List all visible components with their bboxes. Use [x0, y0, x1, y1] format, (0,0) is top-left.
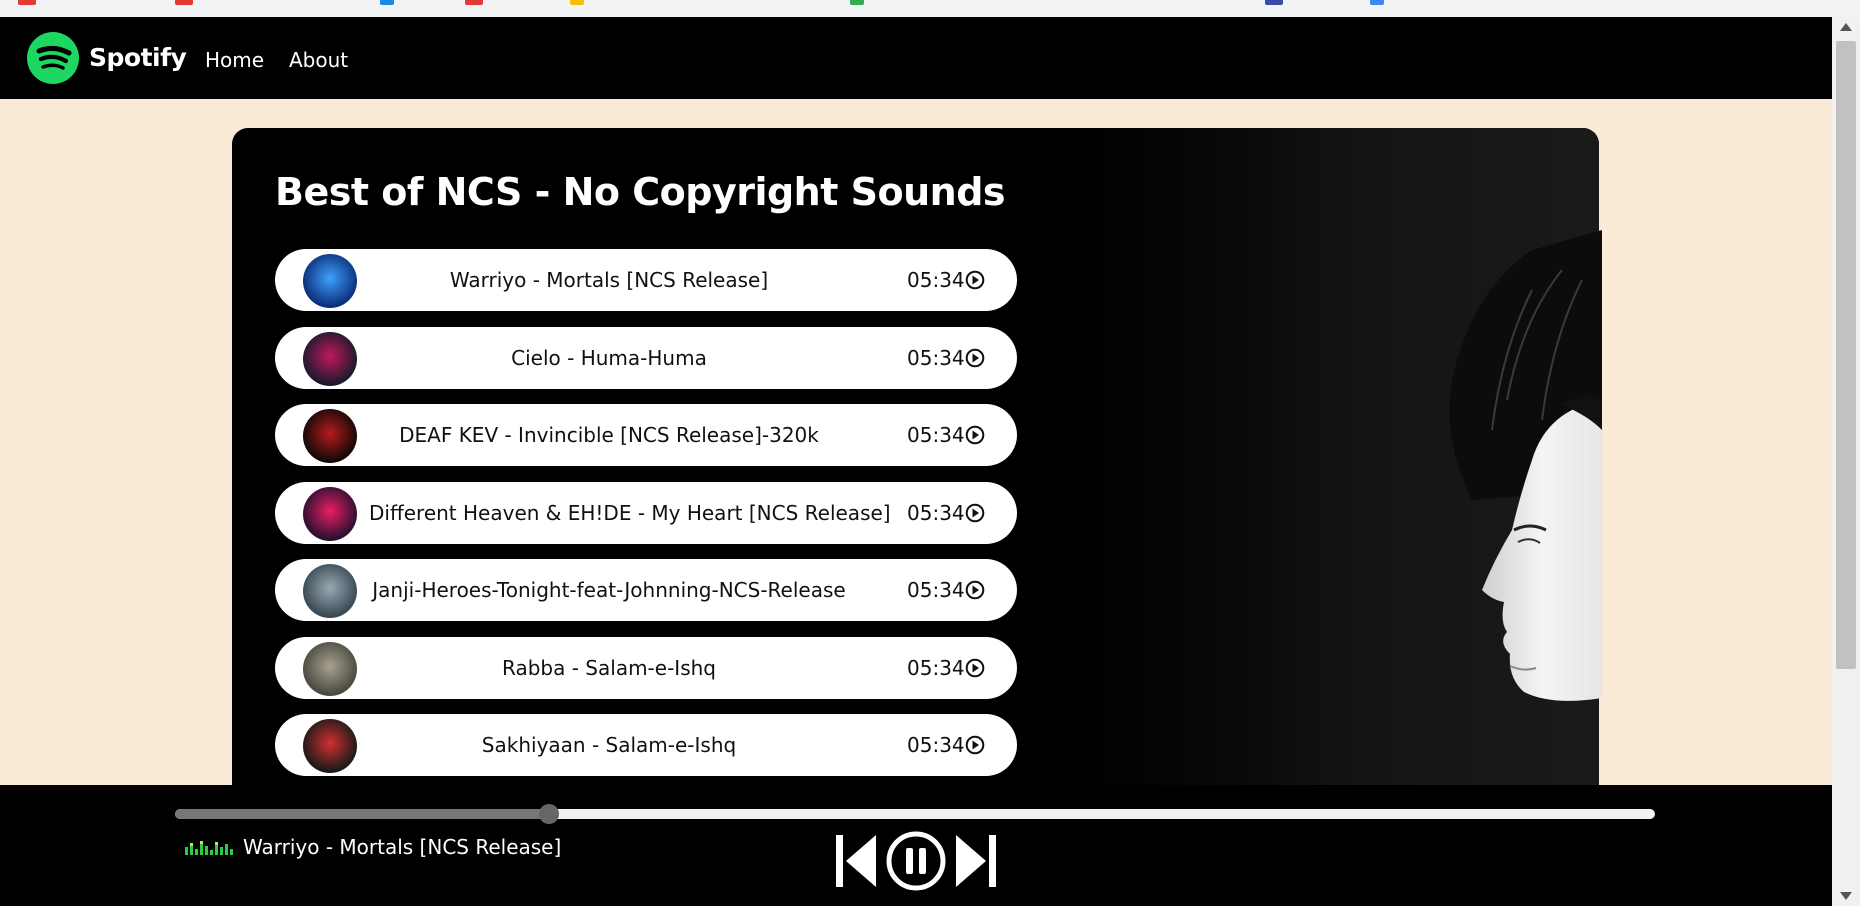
page-scrollbar[interactable] [1832, 17, 1860, 906]
song-name: Sakhiyaan - Salam-e-Ishq [481, 733, 737, 757]
song-duration: 05:34 [907, 500, 965, 525]
song-name: DEAF KEV - Invincible [NCS Release]-320k [399, 423, 819, 447]
background-portrait-image [1449, 230, 1602, 701]
song-name: Janji-Heroes-Tonight-feat-Johnning-NCS-R… [372, 578, 846, 602]
song-item[interactable]: Cielo - Huma-Huma 05:34 [275, 326, 1017, 389]
play-circle-icon[interactable] [965, 270, 985, 290]
brand-name[interactable]: Spotify [89, 43, 187, 72]
playlist-title: Best of NCS - No Copyright Sounds [275, 170, 1006, 214]
song-name: Warriyo - Mortals [NCS Release] [449, 268, 769, 292]
bookmark-icon[interactable] [1265, 0, 1283, 5]
bookmark-icon[interactable] [380, 0, 394, 5]
song-cover-image [303, 564, 357, 618]
now-playing: Warriyo - Mortals [NCS Release] [185, 835, 561, 859]
play-circle-icon[interactable] [965, 425, 985, 445]
playlist-container: Best of NCS - No Copyright Sounds Warriy… [232, 128, 1599, 788]
bookmark-icon[interactable] [1370, 0, 1384, 5]
nav-link-about[interactable]: About [289, 48, 348, 72]
song-item[interactable]: DEAF KEV - Invincible [NCS Release]-320k… [275, 404, 1017, 466]
next-icon[interactable] [954, 831, 998, 891]
spotify-logo-icon[interactable] [27, 32, 79, 84]
song-duration: 05:34 [907, 268, 965, 292]
song-item[interactable]: Rabba - Salam-e-Ishq 05:34 [275, 636, 1017, 699]
bookmark-icon[interactable] [175, 0, 193, 5]
play-circle-icon[interactable] [965, 735, 985, 755]
pause-icon[interactable] [885, 831, 947, 891]
song-cover-image [303, 486, 357, 541]
song-item[interactable]: Janji-Heroes-Tonight-feat-Johnning-NCS-R… [275, 559, 1017, 621]
song-cover-image [303, 719, 357, 773]
bookmark-icon[interactable] [850, 0, 864, 5]
song-name: Cielo - Huma-Huma [511, 345, 707, 370]
song-duration: 05:34 [907, 655, 965, 680]
scroll-up-icon[interactable] [1840, 23, 1852, 31]
scroll-down-icon[interactable] [1840, 892, 1852, 900]
play-circle-icon[interactable] [965, 348, 985, 368]
bookmark-icon[interactable] [570, 0, 584, 5]
song-item[interactable]: Different Heaven & EH!DE - My Heart [NCS… [275, 481, 1017, 544]
song-cover-image [303, 641, 357, 696]
song-cover-image [303, 331, 357, 386]
now-playing-title: Warriyo - Mortals [NCS Release] [243, 835, 562, 859]
player-bar: Warriyo - Mortals [NCS Release] [0, 785, 1832, 906]
song-name: Different Heaven & EH!DE - My Heart [NCS… [369, 500, 891, 525]
song-cover-image [303, 254, 357, 308]
previous-icon[interactable] [834, 831, 878, 891]
song-item[interactable]: Sakhiyaan - Salam-e-Ishq 05:34 [275, 714, 1017, 776]
song-duration: 05:34 [907, 733, 965, 757]
nav-link-home[interactable]: Home [205, 48, 264, 72]
play-circle-icon[interactable] [965, 503, 985, 523]
song-name: Rabba - Salam-e-Ishq [502, 655, 716, 680]
progress-bar[interactable] [175, 804, 1655, 824]
song-duration: 05:34 [907, 345, 965, 370]
browser-bookmarks-strip [0, 0, 1860, 18]
progress-fill [175, 809, 550, 819]
song-cover-image [303, 409, 357, 463]
scrollbar-thumb[interactable] [1836, 41, 1856, 669]
play-circle-icon[interactable] [965, 658, 985, 678]
equalizer-gif-icon [185, 841, 233, 855]
progress-handle[interactable] [539, 804, 560, 824]
song-duration: 05:34 [907, 578, 965, 602]
song-item[interactable]: Warriyo - Mortals [NCS Release] 05:34 [275, 249, 1017, 311]
bookmark-icon[interactable] [18, 0, 36, 5]
play-circle-icon[interactable] [965, 580, 985, 600]
song-duration: 05:34 [907, 423, 965, 447]
navbar: Spotify Home About [0, 17, 1832, 99]
bookmark-icon[interactable] [465, 0, 483, 5]
